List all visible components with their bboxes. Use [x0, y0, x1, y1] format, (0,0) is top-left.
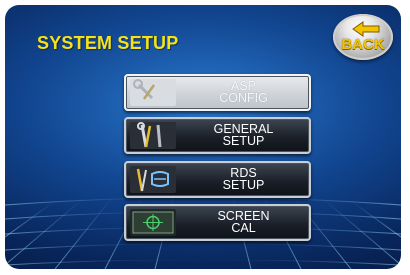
- back-label: BACK: [341, 36, 385, 53]
- general-setup-label-line2: SETUP: [222, 134, 265, 148]
- rds-setup-label-line2: SETUP: [222, 178, 265, 192]
- rds-setup-button[interactable]: RDS SETUP: [124, 161, 311, 198]
- screen-cal-label-line2: CAL: [231, 221, 256, 235]
- back-button[interactable]: BACK: [333, 14, 393, 60]
- asp-config-label-line2: CONFIG: [219, 91, 268, 105]
- asp-config-label: ASP CONFIG: [184, 80, 303, 105]
- screen: SYSTEM SETUP BACK ASP CONFIG GENERAL SET…: [5, 5, 401, 269]
- page-title: SYSTEM SETUP: [37, 33, 179, 53]
- rds-setup-label: RDS SETUP: [184, 167, 303, 192]
- wrench-screwdriver-icon: [130, 79, 176, 106]
- tools-icon: [130, 122, 176, 149]
- crosshair-target-icon: [130, 209, 176, 236]
- screen-cal-label: SCREEN CAL: [184, 210, 303, 235]
- screen-cal-button[interactable]: SCREEN CAL: [124, 204, 311, 241]
- asp-config-button[interactable]: ASP CONFIG: [124, 74, 311, 111]
- general-setup-label: GENERAL SETUP: [184, 123, 303, 148]
- rds-tools-icon: [130, 166, 176, 193]
- general-setup-button[interactable]: GENERAL SETUP: [124, 117, 311, 154]
